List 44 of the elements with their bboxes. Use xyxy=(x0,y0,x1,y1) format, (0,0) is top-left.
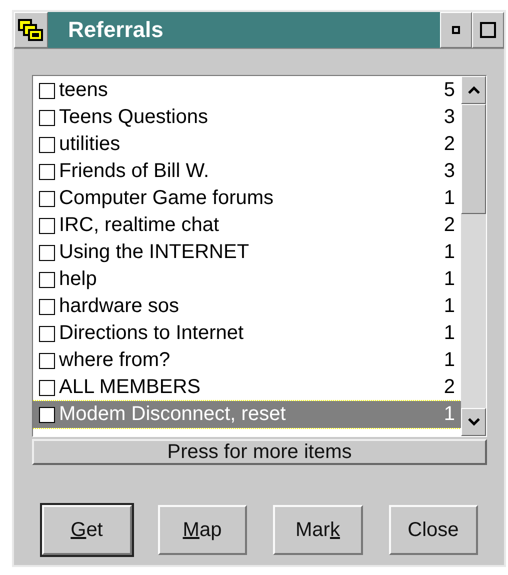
checkbox[interactable] xyxy=(39,136,55,152)
list-item[interactable]: hardware sos 1 xyxy=(33,293,461,320)
app-menu-button[interactable] xyxy=(14,12,48,48)
list-item[interactable]: Computer Game forums 1 xyxy=(33,185,461,212)
scrollbar[interactable] xyxy=(461,76,486,436)
checkbox[interactable] xyxy=(39,110,55,126)
checkbox[interactable] xyxy=(39,326,55,342)
list-item[interactable]: help 1 xyxy=(33,266,461,293)
dialog-button[interactable]: Close xyxy=(388,505,478,555)
minimize-button[interactable] xyxy=(440,12,472,48)
checkbox[interactable] xyxy=(39,406,55,422)
dialog-button[interactable]: Get xyxy=(42,505,132,555)
checkbox[interactable] xyxy=(39,380,55,396)
dialog-button[interactable]: Map xyxy=(158,505,247,555)
list-item[interactable]: where from? 1 xyxy=(33,347,461,374)
list-item[interactable]: teens 5 xyxy=(33,77,461,104)
scroll-up-button[interactable] xyxy=(461,76,486,104)
list-item[interactable]: Modem Disconnect, reset 1 xyxy=(33,401,461,428)
checkbox[interactable] xyxy=(39,164,55,180)
more-items-button[interactable]: Press for more items xyxy=(32,439,487,465)
checkbox[interactable] xyxy=(39,82,55,98)
caret-up-icon xyxy=(468,86,480,94)
list-item[interactable]: Friends of Bill W. 3 xyxy=(33,158,461,185)
list-item[interactable]: Directions to Internet 1 xyxy=(33,320,461,347)
scroll-thumb[interactable] xyxy=(461,104,486,214)
list-item[interactable]: utilities 2 xyxy=(33,131,461,158)
checkbox[interactable] xyxy=(39,352,55,368)
list-item[interactable]: IRC, realtime chat 2 xyxy=(33,212,461,239)
dialog-button[interactable]: Mark xyxy=(273,505,362,555)
maximize-button[interactable] xyxy=(472,12,504,48)
scroll-down-button[interactable] xyxy=(461,408,486,436)
minimize-icon xyxy=(452,26,460,34)
checkbox[interactable] xyxy=(39,272,55,288)
windows-icon xyxy=(18,18,44,42)
caret-down-icon xyxy=(468,418,480,426)
window-title: Referrals xyxy=(68,17,164,43)
checkbox[interactable] xyxy=(39,298,55,314)
list-item[interactable]: Using the INTERNET 1 xyxy=(33,239,461,266)
list-item[interactable]: ALL MEMBERS 2 xyxy=(33,374,461,401)
list-item[interactable]: Teens Questions 3 xyxy=(33,104,461,131)
checkbox[interactable] xyxy=(39,190,55,206)
maximize-icon xyxy=(480,22,496,38)
checkbox[interactable] xyxy=(39,244,55,260)
checkbox[interactable] xyxy=(39,218,55,234)
